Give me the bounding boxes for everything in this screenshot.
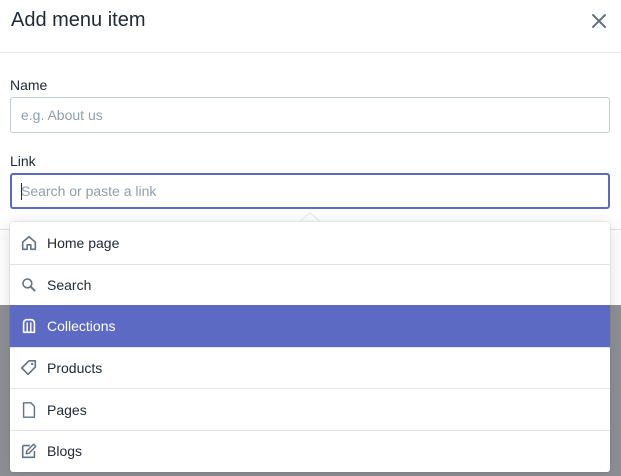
blog-icon bbox=[19, 441, 39, 461]
collections-icon bbox=[19, 316, 39, 336]
name-input[interactable] bbox=[10, 97, 610, 133]
link-suggestions-dropdown: Home page Search Collections Products Pa… bbox=[10, 222, 610, 472]
text-caret bbox=[21, 183, 22, 200]
dropdown-item-label: Collections bbox=[47, 318, 116, 335]
modal-header: Add menu item bbox=[0, 0, 621, 53]
tag-icon bbox=[19, 358, 39, 378]
dropdown-item-label: Products bbox=[47, 360, 103, 377]
search-icon bbox=[19, 275, 39, 295]
dropdown-item-blogs[interactable]: Blogs bbox=[10, 429, 610, 472]
dropdown-item-label: Pages bbox=[47, 401, 87, 418]
modal-title: Add menu item bbox=[11, 9, 146, 31]
close-icon bbox=[592, 14, 606, 28]
dropdown-item-label: Search bbox=[47, 276, 92, 293]
close-button[interactable] bbox=[587, 9, 611, 33]
dropdown-item-label: Blogs bbox=[47, 443, 83, 460]
name-label: Name bbox=[10, 77, 48, 93]
popover-arrow bbox=[300, 213, 320, 222]
dropdown-item-pages[interactable]: Pages bbox=[10, 388, 610, 430]
add-menu-item-modal: Add menu item Name Link Home page bbox=[0, 0, 621, 476]
dropdown-item-search[interactable]: Search bbox=[10, 263, 610, 306]
page-icon bbox=[19, 400, 39, 420]
link-label: Link bbox=[10, 153, 36, 169]
dropdown-item-label: Home page bbox=[47, 234, 120, 251]
dropdown-item-collections[interactable]: Collections bbox=[10, 305, 610, 347]
dropdown-item-products[interactable]: Products bbox=[10, 346, 610, 389]
home-icon bbox=[19, 233, 39, 253]
link-search-input[interactable] bbox=[10, 173, 610, 209]
dropdown-item-home-page[interactable]: Home page bbox=[10, 222, 610, 264]
